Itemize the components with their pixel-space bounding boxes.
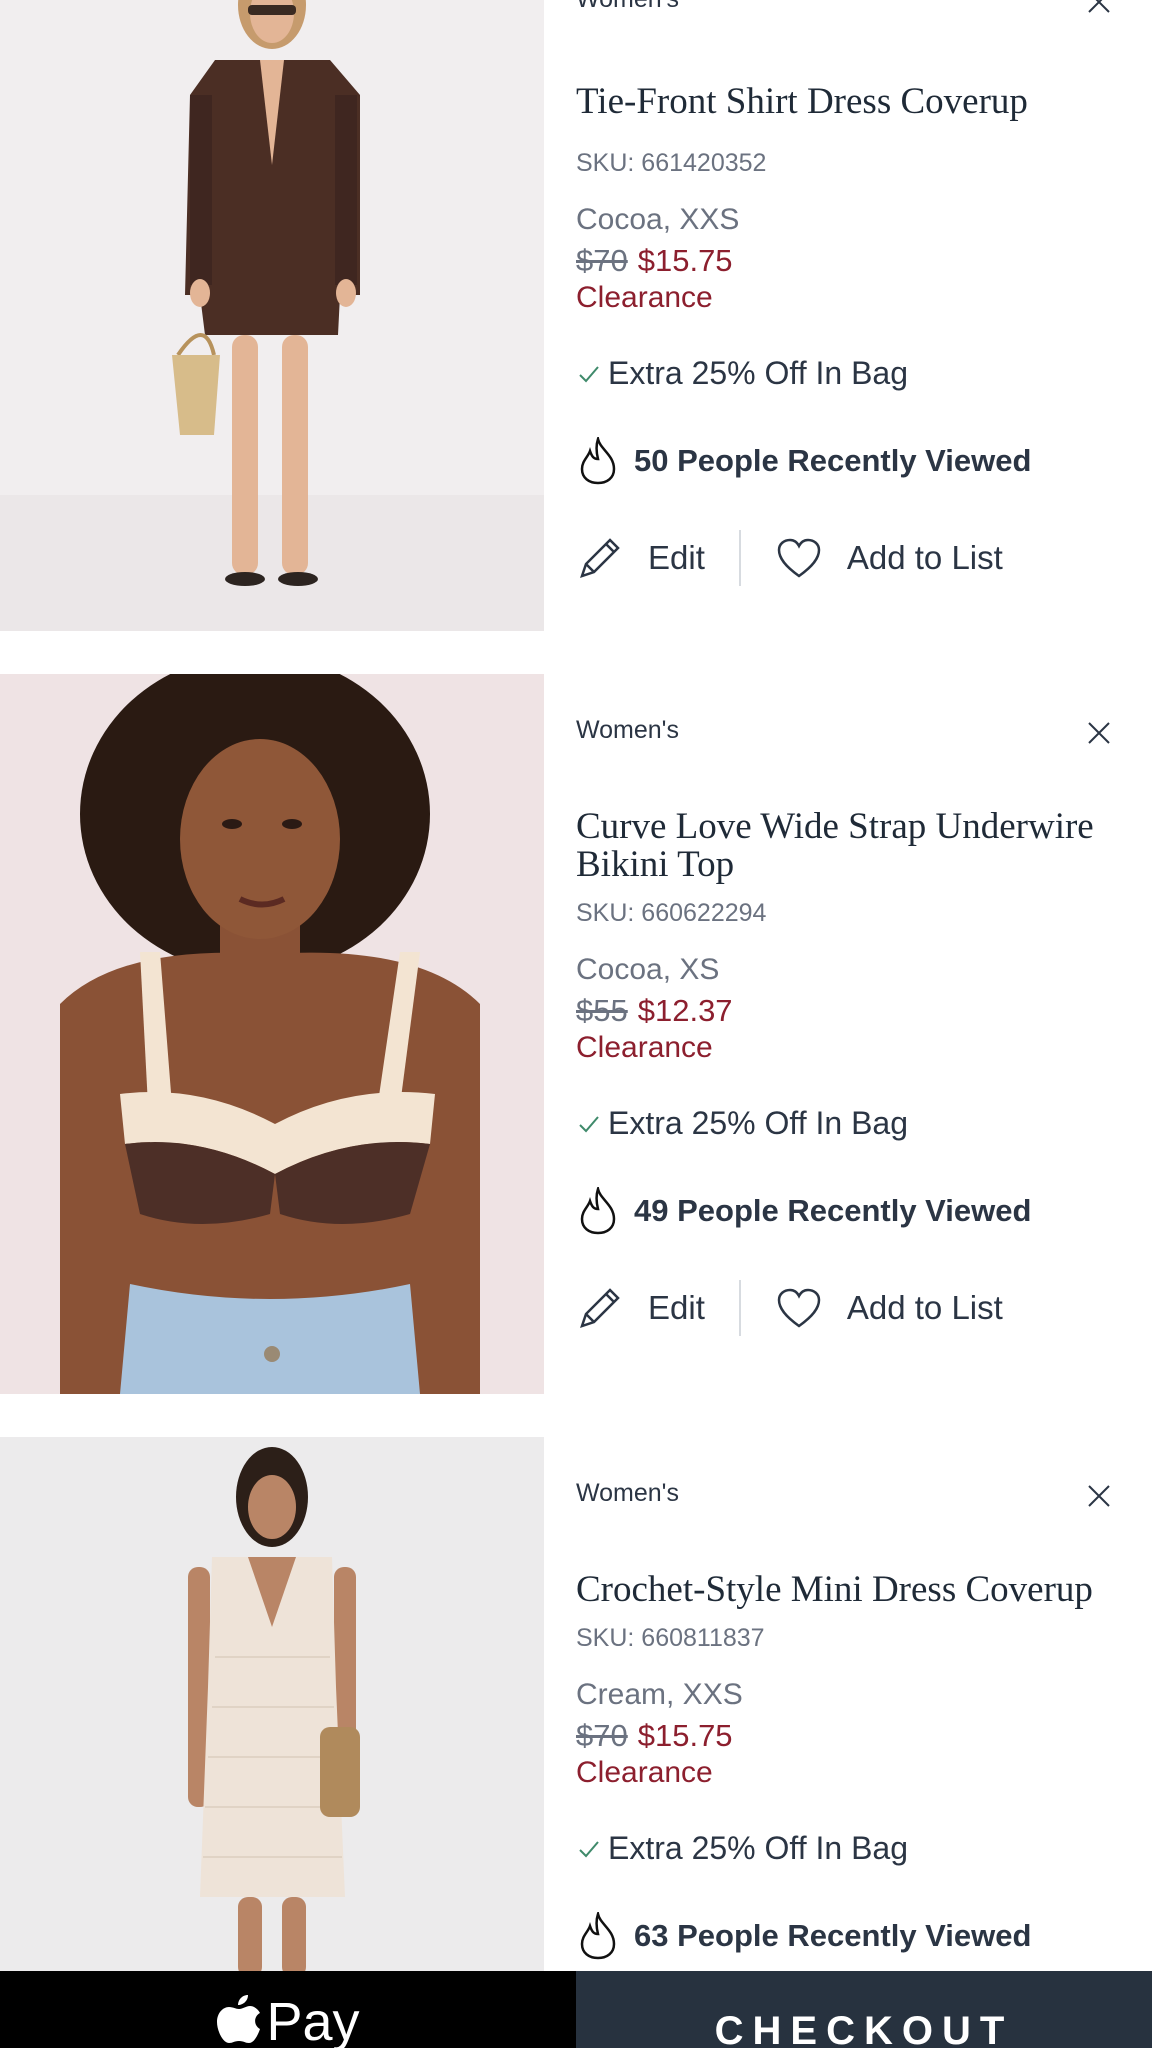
promo-text: Extra 25% Off In Bag bbox=[608, 1830, 909, 1866]
sale-price: $12.37 bbox=[637, 993, 733, 1028]
product-title[interactable]: Tie-Front Shirt Dress Coverup bbox=[576, 83, 1116, 121]
checkout-bar: Pay CHECKOUT bbox=[0, 1971, 1152, 2048]
apple-pay-button[interactable]: Pay bbox=[0, 1971, 576, 2048]
viewed-count-text: 49 People Recently Viewed bbox=[634, 1193, 1032, 1228]
promo-line: Extra 25% Off In Bag bbox=[576, 1105, 908, 1142]
product-title[interactable]: Crochet-Style Mini Dress Coverup bbox=[576, 1571, 1116, 1609]
flame-icon bbox=[580, 437, 616, 485]
product-variant: Cocoa, XXS bbox=[576, 203, 740, 236]
promo-line: Extra 25% Off In Bag bbox=[576, 355, 908, 392]
price: $70 $15.75 bbox=[576, 243, 733, 279]
remove-item-button[interactable] bbox=[1082, 0, 1116, 19]
item-category: Women's bbox=[576, 716, 679, 744]
recently-viewed: 49 People Recently Viewed bbox=[576, 1187, 1031, 1235]
sale-price: $15.75 bbox=[637, 243, 733, 278]
clearance-badge: Clearance bbox=[576, 1756, 713, 1789]
heart-icon bbox=[777, 538, 821, 578]
recently-viewed: 50 People Recently Viewed bbox=[576, 437, 1031, 485]
product-title[interactable]: Curve Love Wide Strap Underwire Bikini T… bbox=[576, 808, 1116, 884]
edit-label: Edit bbox=[648, 1289, 705, 1326]
edit-label: Edit bbox=[648, 539, 705, 576]
original-price: $70 bbox=[576, 1718, 628, 1753]
add-to-list-label: Add to List bbox=[846, 1289, 1003, 1326]
promo-text: Extra 25% Off In Bag bbox=[608, 355, 909, 391]
heart-icon bbox=[777, 1288, 821, 1328]
item-category: Women's bbox=[576, 1479, 679, 1507]
remove-item-button[interactable] bbox=[1082, 716, 1116, 750]
cart-item: Women's Tie-Front Shirt Dress Coverup SK… bbox=[0, 0, 1152, 631]
remove-item-button[interactable] bbox=[1082, 1479, 1116, 1513]
original-price: $55 bbox=[576, 993, 628, 1028]
add-to-list-button[interactable]: Add to List bbox=[775, 1286, 1003, 1330]
pencil-icon bbox=[580, 1288, 620, 1328]
product-variant: Cream, XXS bbox=[576, 1678, 743, 1711]
checkout-button[interactable]: CHECKOUT bbox=[576, 1971, 1152, 2048]
apple-pay-label: Pay bbox=[266, 1992, 360, 2048]
check-icon bbox=[579, 1115, 599, 1132]
product-sku: SKU: 660622294 bbox=[576, 899, 767, 927]
check-icon bbox=[579, 1840, 599, 1857]
viewed-count-text: 63 People Recently Viewed bbox=[634, 1918, 1032, 1953]
cart-item: Women's Crochet-Style Mini Dress Coverup… bbox=[0, 1437, 1152, 1971]
close-icon bbox=[1088, 722, 1110, 744]
clearance-badge: Clearance bbox=[576, 281, 713, 314]
price: $70 $15.75 bbox=[576, 1718, 733, 1754]
action-divider bbox=[738, 530, 741, 586]
edit-button[interactable]: Edit bbox=[576, 1284, 705, 1332]
product-image[interactable] bbox=[0, 674, 544, 1394]
promo-line: Extra 25% Off In Bag bbox=[576, 1830, 908, 1867]
item-category: Women's bbox=[576, 0, 679, 14]
flame-icon bbox=[580, 1912, 616, 1960]
clearance-badge: Clearance bbox=[576, 1031, 713, 1064]
check-icon bbox=[579, 365, 599, 382]
add-to-list-label: Add to List bbox=[846, 539, 1003, 576]
item-actions: Edit Add to List bbox=[576, 1280, 1003, 1336]
sale-price: $15.75 bbox=[637, 1718, 733, 1753]
recently-viewed: 63 People Recently Viewed bbox=[576, 1912, 1031, 1960]
pencil-icon bbox=[580, 538, 620, 578]
product-variant: Cocoa, XS bbox=[576, 953, 720, 986]
product-sku: SKU: 660811837 bbox=[576, 1624, 765, 1652]
original-price: $70 bbox=[576, 243, 628, 278]
product-sku: SKU: 661420352 bbox=[576, 149, 767, 177]
close-icon bbox=[1088, 0, 1110, 13]
price: $55 $12.37 bbox=[576, 993, 733, 1029]
action-divider bbox=[738, 1280, 741, 1336]
apple-logo-icon bbox=[217, 1995, 261, 2043]
product-image[interactable] bbox=[0, 0, 544, 631]
cart-item: Women's Curve Love Wide Strap Underwire … bbox=[0, 674, 1152, 1394]
promo-text: Extra 25% Off In Bag bbox=[608, 1105, 909, 1141]
item-actions: Edit Add to List bbox=[576, 530, 1003, 586]
add-to-list-button[interactable]: Add to List bbox=[775, 536, 1003, 580]
close-icon bbox=[1088, 1485, 1110, 1507]
edit-button[interactable]: Edit bbox=[576, 534, 705, 582]
flame-icon bbox=[580, 1187, 616, 1235]
checkout-label: CHECKOUT bbox=[714, 2009, 1014, 2048]
product-image[interactable] bbox=[0, 1437, 544, 1971]
viewed-count-text: 50 People Recently Viewed bbox=[634, 443, 1032, 478]
